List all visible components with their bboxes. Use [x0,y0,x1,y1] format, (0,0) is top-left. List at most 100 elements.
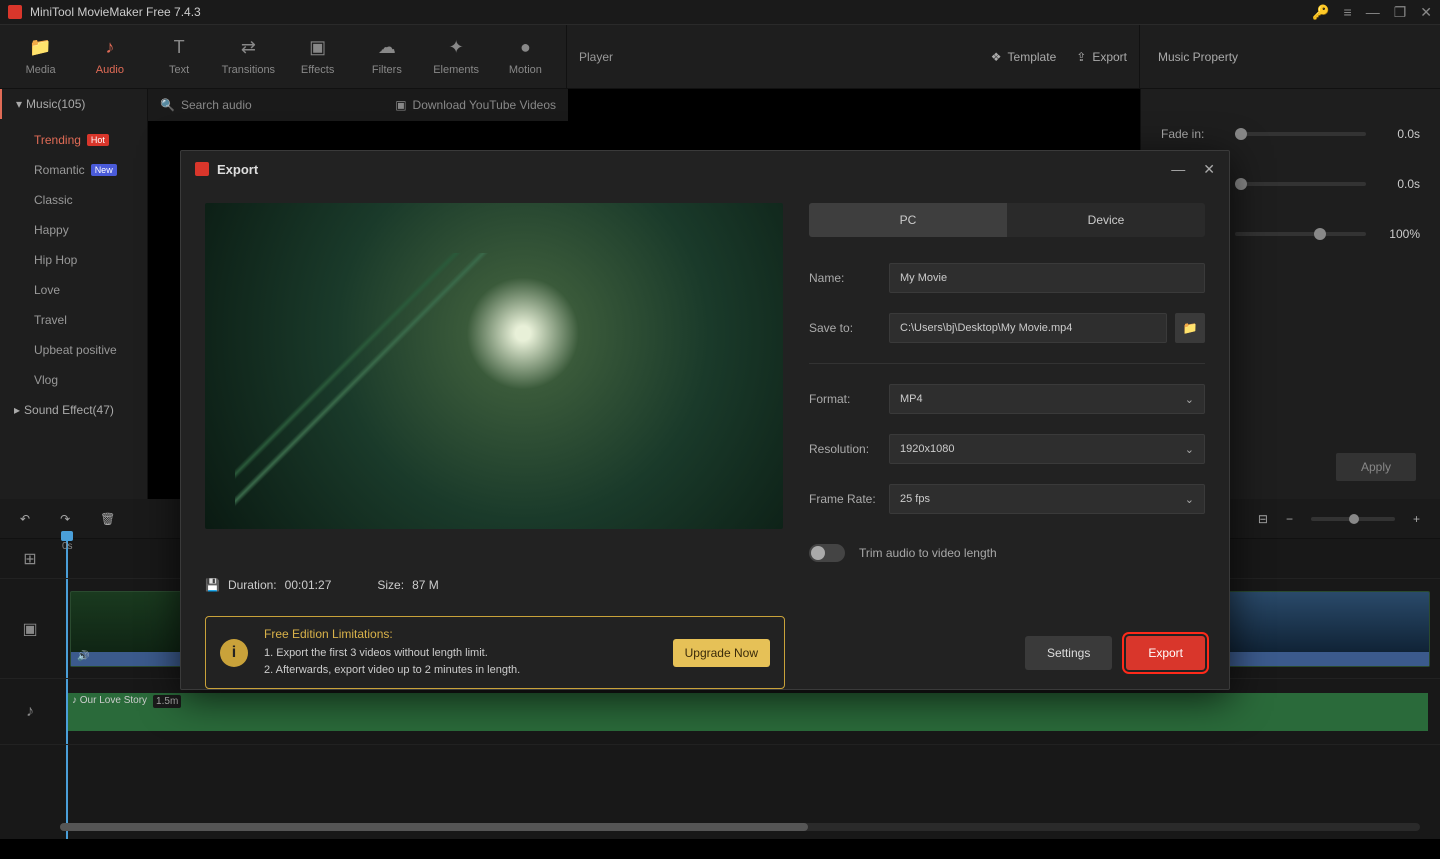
sidebar-item-romantic[interactable]: RomanticNew [34,155,147,185]
toolbar-text[interactable]: TText [145,25,214,88]
framerate-label: Frame Rate: [809,492,881,506]
upsell-line: 2. Afterwards, export video up to 2 minu… [264,662,657,679]
sidebar-category-sound-effect[interactable]: ▸Sound Effect(47) [0,395,147,425]
sidebar-category-music[interactable]: ▾Music(105) [0,89,147,119]
download-youtube-button[interactable]: ▣Download YouTube Videos [395,98,556,112]
resolution-select[interactable]: 1920x1080⌄ [889,434,1205,464]
saveto-label: Save to: [809,321,881,335]
content-top-bar: 🔍Search audio ▣Download YouTube Videos [148,89,568,121]
audio-clip-duration: 1.5m [153,695,181,708]
browse-folder-button[interactable]: 📁 [1175,313,1205,343]
timeline-tool-icon[interactable]: ⊟ [1258,512,1268,526]
video-icon: ▣ [395,98,406,112]
export-icon: ⇪ [1076,50,1086,64]
dialog-close-icon[interactable]: ✕ [1203,161,1215,178]
elements-icon: ✦ [449,37,464,58]
chevron-right-icon: ▸ [14,403,20,417]
main-toolbar: 📁Media ♪Audio TText ⇄Transitions ▣Effect… [0,25,1440,89]
toolbar-filters[interactable]: ☁Filters [352,25,421,88]
framerate-select[interactable]: 25 fps⌄ [889,484,1205,514]
toolbar-audio[interactable]: ♪Audio [75,25,144,88]
template-button[interactable]: ❖Template [991,50,1056,64]
redo-icon[interactable]: ↷ [60,512,70,526]
zoom-out-icon[interactable]: − [1286,512,1293,526]
toolbar-transitions[interactable]: ⇄Transitions [214,25,283,88]
audio-track-icon: ♪ [0,679,60,744]
timeline-scrollbar[interactable] [60,823,1420,831]
fadeout-slider[interactable] [1235,182,1366,186]
hot-badge: Hot [87,134,109,146]
search-input[interactable]: 🔍Search audio [160,98,383,112]
sidebar-item-upbeat[interactable]: Upbeat positive [34,335,147,365]
tab-device[interactable]: Device [1007,203,1205,237]
upsell-line: 1. Export the first 3 videos without len… [264,645,657,662]
folder-icon: 📁 [1183,321,1198,335]
app-title: MiniTool MovieMaker Free 7.4.3 [30,5,1312,19]
audio-clip[interactable]: ♪ Our Love Story 1.5m [68,693,1428,731]
sidebar-item-hiphop[interactable]: Hip Hop [34,245,147,275]
folder-icon: 📁 [29,37,51,58]
toolbar-effects[interactable]: ▣Effects [283,25,352,88]
dialog-minimize-icon[interactable]: — [1171,161,1185,178]
effects-icon: ▣ [309,37,326,58]
size-value: 87 M [412,578,439,592]
fadein-slider[interactable] [1235,132,1366,136]
saveto-input[interactable]: C:\Users\bj\Desktop\My Movie.mp4 [889,313,1167,343]
trim-audio-label: Trim audio to video length [859,546,997,560]
sidebar-item-travel[interactable]: Travel [34,305,147,335]
text-icon: T [174,37,185,58]
settings-button[interactable]: Settings [1025,636,1112,670]
music-property-label: Music Property [1140,25,1440,88]
sidebar-item-classic[interactable]: Classic [34,185,147,215]
dialog-header: Export — ✕ [181,151,1229,187]
toolbar-motion[interactable]: ●Motion [491,25,560,88]
player-label: Player [579,50,971,64]
motion-icon: ● [520,37,531,58]
transitions-icon: ⇄ [241,37,256,58]
toolbar-elements[interactable]: ✦Elements [422,25,491,88]
add-track-icon[interactable]: ⊞ [0,539,60,578]
undo-icon[interactable]: ↶ [20,512,30,526]
chevron-down-icon: ⌄ [1185,393,1194,406]
app-logo-icon [195,162,209,176]
trash-icon[interactable]: 🗑 [100,512,115,526]
sidebar-item-happy[interactable]: Happy [34,215,147,245]
sidebar-item-vlog[interactable]: Vlog [34,365,147,395]
app-logo-icon [8,5,22,19]
save-disk-icon: 💾 [205,578,220,592]
minimize-icon[interactable]: — [1366,4,1380,20]
close-icon[interactable]: ✕ [1420,4,1432,21]
volume-slider[interactable] [1235,232,1366,236]
fadein-label: Fade in: [1161,127,1221,141]
free-edition-notice: i Free Edition Limitations: 1. Export th… [205,616,785,689]
dialog-title: Export [217,162,1163,177]
duration-value: 00:01:27 [285,578,332,592]
duration-label: Duration: [228,578,277,592]
apply-button[interactable]: Apply [1336,453,1416,481]
maximize-icon[interactable]: ❐ [1394,4,1407,21]
menu-icon[interactable]: ≡ [1344,4,1352,20]
sidebar: ▾Music(105) TrendingHot RomanticNew Clas… [0,89,148,499]
sidebar-item-love[interactable]: Love [34,275,147,305]
zoom-slider[interactable] [1311,517,1395,521]
divider [809,363,1205,364]
resolution-label: Resolution: [809,442,881,456]
tab-pc[interactable]: PC [809,203,1007,237]
trim-audio-toggle[interactable] [809,544,845,562]
video-track-icon: ▣ [0,579,60,678]
fadeout-value: 0.0s [1380,177,1420,191]
volume-value: 100% [1380,227,1420,241]
upgrade-button[interactable]: Upgrade Now [673,639,770,667]
export-dialog: Export — ✕ PC Device Name: My Movie Save… [180,150,1230,690]
sidebar-item-trending[interactable]: TrendingHot [34,125,147,155]
clip-speaker-icon: 🔊 [77,651,89,662]
name-input[interactable]: My Movie [889,263,1205,293]
new-badge: New [91,164,117,176]
key-icon[interactable]: 🔑 [1312,4,1329,21]
zoom-in-icon[interactable]: + [1413,512,1420,526]
format-select[interactable]: MP4⌄ [889,384,1205,414]
export-button[interactable]: ⇪Export [1076,50,1127,64]
export-confirm-button[interactable]: Export [1126,636,1205,670]
search-icon: 🔍 [160,98,175,112]
toolbar-media[interactable]: 📁Media [6,25,75,88]
